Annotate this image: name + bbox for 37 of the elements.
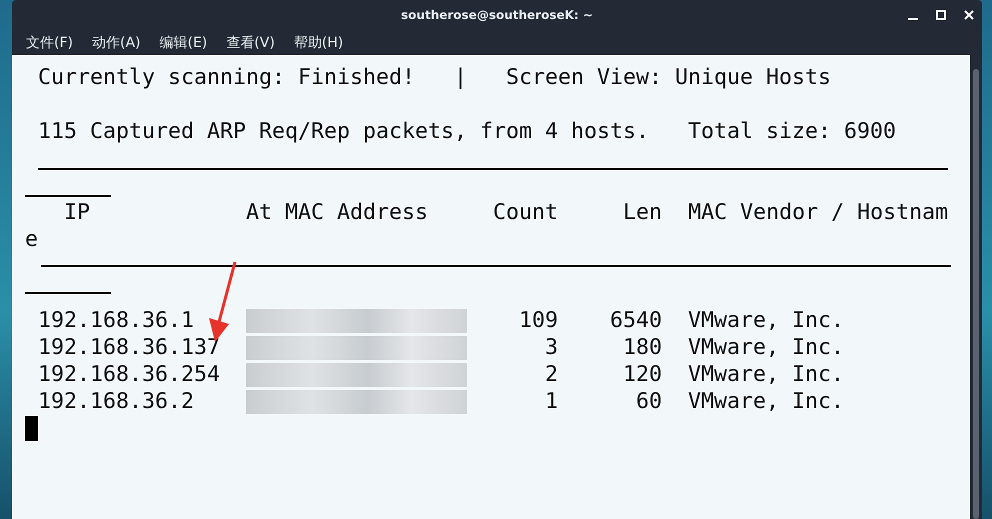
maximize-icon[interactable] (936, 10, 946, 20)
column-header: At MAC Address (246, 199, 428, 226)
column-header: Len (623, 199, 662, 226)
packet-length: 60 (634, 388, 662, 415)
packet-length: 6540 (608, 307, 662, 334)
scrollbar-thumb[interactable] (973, 69, 979, 519)
mac-vendor: VMware, Inc. (688, 334, 844, 361)
menu-item[interactable]: 文件(F) (26, 34, 73, 52)
packet-length: 180 (622, 334, 662, 361)
menu-item[interactable]: 查看(V) (226, 34, 275, 52)
menu-item[interactable]: 帮助(H) (294, 34, 344, 52)
packet-length: 120 (622, 361, 662, 388)
menu-item[interactable]: 编辑(E) (160, 34, 208, 52)
ip-address: 192.168.36.254 (38, 361, 222, 388)
separator-text: | (454, 64, 468, 91)
packet-count: 109 (518, 307, 558, 334)
column-header-wrap: e (25, 226, 38, 253)
column-header: MAC Vendor / Hostnam (688, 199, 948, 226)
screen-view: Screen View: Unique Hosts (506, 64, 832, 91)
close-icon[interactable] (964, 10, 974, 20)
column-header: IP (64, 199, 90, 226)
window-title: southerose@southeroseK: ~ (401, 8, 593, 22)
scan-status: Currently scanning: Finished! (38, 64, 416, 91)
mac-vendor: VMware, Inc. (688, 388, 844, 415)
packet-count: 1 (544, 388, 558, 415)
ip-address: 192.168.36.2 (38, 388, 196, 415)
menu-item[interactable]: 动作(A) (92, 34, 140, 52)
column-header: Count (493, 199, 558, 226)
packet-summary: 115 Captured ARP Req/Rep packets, from 4 hosts. (38, 118, 650, 145)
mac-vendor: VMware, Inc. (688, 361, 844, 388)
mac-vendor: VMware, Inc. (688, 307, 844, 334)
ip-address: 192.168.36.1 (38, 307, 196, 334)
packet-count: 3 (544, 334, 558, 361)
total-size: Total size: 6900 (688, 118, 896, 145)
text-cursor (25, 416, 38, 441)
packet-count: 2 (544, 361, 558, 388)
ip-address: 192.168.36.137 (38, 334, 222, 361)
